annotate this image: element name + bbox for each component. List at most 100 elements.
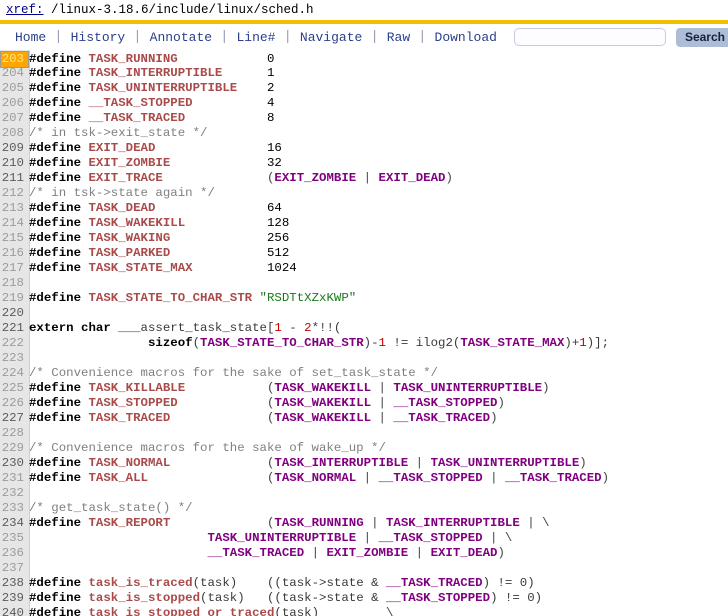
line-number-link[interactable]: 219 (0, 291, 29, 306)
code-symbol-link[interactable]: TASK_UNINTERRUPTIBLE (393, 381, 542, 395)
line-number-link[interactable]: 215 (0, 231, 29, 246)
line-number-link[interactable]: 240 (0, 606, 29, 616)
menu-item-linenum[interactable]: Line# (229, 30, 282, 45)
search-button[interactable]: Search (675, 27, 728, 47)
line-number-link[interactable]: 213 (0, 201, 29, 216)
code-symbol-link[interactable]: __TASK_TRACED (89, 111, 186, 125)
line-number-link[interactable]: 226 (0, 396, 29, 411)
code-symbol-link[interactable]: EXIT_DEAD (431, 546, 498, 560)
code-token: | (304, 546, 327, 560)
code-symbol-link[interactable]: EXIT_ZOMBIE (274, 171, 356, 185)
line-number-link[interactable]: 210 (0, 156, 29, 171)
code-symbol-link[interactable]: __TASK_TRACED (386, 576, 483, 590)
line-number-link[interactable]: 228 (0, 426, 29, 441)
code-symbol-link[interactable]: TASK_STATE_MAX (89, 261, 193, 275)
line-number-link[interactable]: 236 (0, 546, 29, 561)
code-symbol-link[interactable]: __TASK_STOPPED (393, 396, 497, 410)
line-number-link[interactable]: 211 (0, 171, 29, 186)
line-number-link[interactable]: 207 (0, 111, 29, 126)
menu-item-annotate[interactable]: Annotate (143, 30, 219, 45)
line-number-link[interactable]: 237 (0, 561, 29, 576)
menu-item-home[interactable]: Home (8, 30, 53, 45)
code-symbol-link[interactable]: TASK_STATE_MAX (460, 336, 564, 350)
code-token: | (371, 381, 394, 395)
line-number-link[interactable]: 238 (0, 576, 29, 591)
code-symbol-link[interactable]: EXIT_ZOMBIE (326, 546, 408, 560)
code-symbol-link[interactable]: TASK_NORMAL (274, 471, 356, 485)
search-input[interactable] (513, 28, 666, 46)
code-symbol-link[interactable]: TASK_WAKEKILL (274, 381, 371, 395)
code-symbol-link[interactable]: TASK_RUNNING (274, 516, 363, 530)
line-number-link[interactable]: 222 (0, 336, 29, 351)
code-symbol-link[interactable]: TASK_INTERRUPTIBLE (386, 516, 520, 530)
code-symbol-link[interactable]: task_is_stopped (89, 591, 201, 605)
code-symbol-link[interactable]: TASK_WAKEKILL (89, 216, 186, 230)
code-symbol-link[interactable]: __TASK_STOPPED (386, 591, 490, 605)
menu-item-navigate[interactable]: Navigate (293, 30, 369, 45)
line-number-link[interactable]: 218 (0, 276, 29, 291)
line-number-link[interactable]: 223 (0, 351, 29, 366)
code-symbol-link[interactable]: TASK_UNINTERRUPTIBLE (207, 531, 356, 545)
line-number-link[interactable]: 232 (0, 486, 29, 501)
code-symbol-link[interactable]: TASK_STATE_TO_CHAR_STR (89, 291, 253, 305)
code-symbol-link[interactable]: EXIT_ZOMBIE (89, 156, 171, 170)
menu-item-download[interactable]: Download (428, 30, 504, 45)
line-number-link[interactable]: 217 (0, 261, 29, 276)
line-number-link[interactable]: 227 (0, 411, 29, 426)
line-number-link[interactable]: 235 (0, 531, 29, 546)
line-number-link[interactable]: 208 (0, 126, 29, 141)
code-symbol-link[interactable]: TASK_UNINTERRUPTIBLE (89, 81, 238, 95)
code-symbol-link[interactable]: TASK_WAKEKILL (274, 411, 371, 425)
code-symbol-link[interactable]: TASK_TRACED (89, 411, 171, 425)
code-symbol-link[interactable]: TASK_PARKED (89, 246, 171, 260)
code-symbol-link[interactable]: TASK_STOPPED (89, 396, 178, 410)
line-number-link[interactable]: 220 (0, 306, 29, 321)
code-symbol-link[interactable]: __TASK_TRACED (505, 471, 602, 485)
code-symbol-link[interactable]: TASK_STATE_TO_CHAR_STR (200, 336, 364, 350)
code-symbol-link[interactable]: __TASK_TRACED (207, 546, 304, 560)
code-symbol-link[interactable]: TASK_RUNNING (89, 52, 178, 66)
code-symbol-link[interactable]: TASK_ALL (89, 471, 149, 485)
line-number-link[interactable]: 205 (0, 81, 29, 96)
menu-item-raw[interactable]: Raw (380, 30, 417, 45)
line-number-link[interactable]: 233 (0, 501, 29, 516)
code-symbol-link[interactable]: TASK_UNINTERRUPTIBLE (431, 456, 580, 470)
code-symbol-link[interactable]: task_is_stopped_or_traced (89, 606, 275, 616)
code-symbol-link[interactable]: TASK_WAKING (89, 231, 171, 245)
code-token: | (363, 516, 386, 530)
menu-item-history[interactable]: History (64, 30, 133, 45)
line-number-link[interactable]: 239 (0, 591, 29, 606)
line-number-link[interactable]: 230 (0, 456, 29, 471)
code-symbol-link[interactable]: __TASK_TRACED (393, 411, 490, 425)
code-symbol-link[interactable]: TASK_WAKEKILL (274, 396, 371, 410)
code-line: 226 #define TASK_STOPPED (TASK_WAKEKILL |… (0, 396, 728, 411)
code-symbol-link[interactable]: task_is_traced (89, 576, 193, 590)
line-number-link[interactable]: 225 (0, 381, 29, 396)
line-number-link[interactable]: 212 (0, 186, 29, 201)
code-symbol-link[interactable]: __TASK_STOPPED (379, 531, 483, 545)
code-symbol-link[interactable]: __TASK_STOPPED (89, 96, 193, 110)
code-symbol-link[interactable]: EXIT_TRACE (89, 171, 163, 185)
line-number-link[interactable]: 231 (0, 471, 29, 486)
line-number-link[interactable]: 216 (0, 246, 29, 261)
line-number-link[interactable]: 224 (0, 366, 29, 381)
code-symbol-link[interactable]: TASK_INTERRUPTIBLE (89, 66, 223, 80)
line-number-link[interactable]: 214 (0, 216, 29, 231)
code-symbol-link[interactable]: TASK_INTERRUPTIBLE (274, 456, 408, 470)
xref-label-link[interactable]: xref: (6, 3, 44, 17)
line-number-link[interactable]: 209 (0, 141, 29, 156)
code-symbol-link[interactable]: EXIT_DEAD (379, 171, 446, 185)
code-symbol-link[interactable]: TASK_NORMAL (89, 456, 171, 470)
line-number-link[interactable]: 234 (0, 516, 29, 531)
line-number-link[interactable]: 206 (0, 96, 29, 111)
code-symbol-link[interactable]: EXIT_DEAD (89, 141, 156, 155)
code-token: /* get_task_state() */ (29, 501, 193, 515)
line-number-link[interactable]: 229 (0, 441, 29, 456)
line-number-link[interactable]: 221 (0, 321, 29, 336)
code-symbol-link[interactable]: __TASK_STOPPED (379, 471, 483, 485)
code-symbol-link[interactable]: TASK_KILLABLE (89, 381, 186, 395)
line-number-link[interactable]: 204 (0, 66, 29, 81)
code-symbol-link[interactable]: TASK_DEAD (89, 201, 156, 215)
code-symbol-link[interactable]: TASK_REPORT (89, 516, 171, 530)
